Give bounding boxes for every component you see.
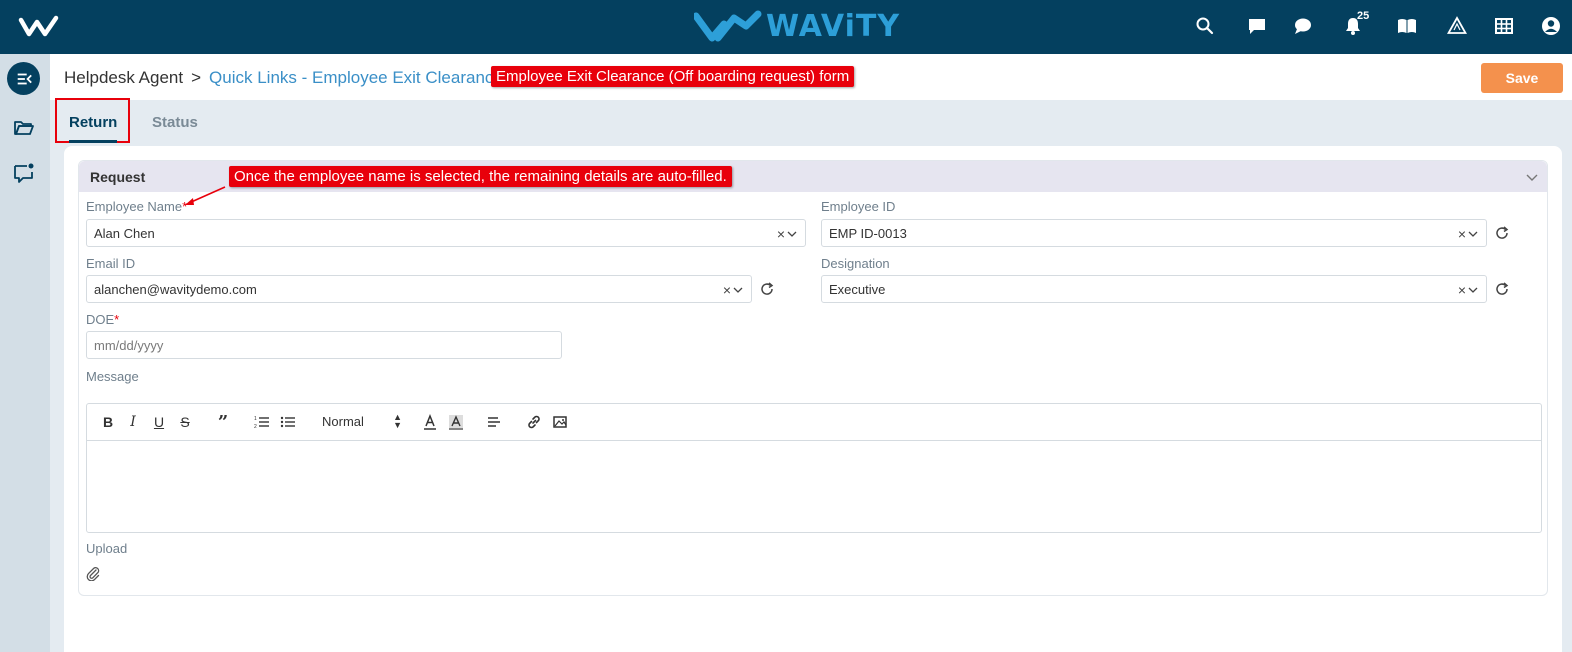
brand-logo: WAViTY bbox=[694, 6, 900, 46]
left-sidebar bbox=[0, 54, 50, 652]
panel-title: Request bbox=[90, 169, 146, 185]
email-id-select[interactable]: alanchen@wavitydemo.com × bbox=[86, 275, 752, 303]
required-marker: * bbox=[182, 199, 188, 214]
content-area: Request Once the employee name is select… bbox=[64, 146, 1562, 652]
chevron-down-icon[interactable] bbox=[733, 285, 743, 295]
email-id-value: alanchen@wavitydemo.com bbox=[94, 281, 257, 297]
search-icon[interactable] bbox=[1193, 14, 1217, 38]
font-size-value: Normal bbox=[322, 414, 364, 429]
designation-label: Designation bbox=[821, 256, 890, 271]
employee-id-label: Employee ID bbox=[821, 199, 896, 214]
editor-toolbar: B I U S ” 12 Normal ▲ ▼ bbox=[87, 404, 1541, 441]
clear-icon[interactable]: × bbox=[777, 226, 785, 242]
font-color-icon[interactable] bbox=[422, 414, 438, 430]
doe-date-input[interactable]: mm/dd/yyyy bbox=[86, 331, 562, 359]
breadcrumb-separator: > bbox=[191, 68, 202, 87]
blockquote-icon[interactable]: ” bbox=[215, 412, 231, 433]
breadcrumb: Helpdesk Agent > Quick Links - Employee … bbox=[64, 68, 503, 88]
ordered-list-icon[interactable]: 12 bbox=[254, 414, 270, 430]
employee-name-select[interactable]: Alan Chen × bbox=[86, 219, 806, 247]
tab-return-label: Return bbox=[69, 114, 118, 131]
underline-icon[interactable]: U bbox=[151, 414, 167, 430]
grid-icon[interactable] bbox=[1492, 14, 1516, 38]
bold-icon[interactable]: B bbox=[100, 414, 116, 430]
brand-mark-icon bbox=[694, 10, 762, 42]
form-title-annotation: Employee Exit Clearance (Off boarding re… bbox=[491, 66, 855, 87]
chevron-down-icon[interactable] bbox=[1525, 170, 1539, 184]
tab-bar: Return Status bbox=[50, 98, 1572, 146]
triangle-icon[interactable] bbox=[1445, 14, 1469, 38]
breadcrumb-current[interactable]: Quick Links - Employee Exit Clearance bbox=[209, 68, 503, 88]
strikethrough-icon[interactable]: S bbox=[177, 414, 193, 430]
doe-label: DOE* bbox=[86, 312, 120, 327]
svg-text:1: 1 bbox=[254, 416, 257, 422]
top-navigation-bar: WAViTY 25 bbox=[0, 0, 1572, 54]
autofill-annotation: Once the employee name is selected, the … bbox=[229, 166, 732, 187]
clear-icon[interactable]: × bbox=[723, 282, 731, 298]
collapse-menu-icon[interactable] bbox=[7, 62, 40, 95]
designation-select[interactable]: Executive × bbox=[821, 275, 1487, 303]
chevron-down-icon[interactable] bbox=[1468, 229, 1478, 239]
notification-count-badge: 25 bbox=[1357, 10, 1370, 22]
required-marker: * bbox=[114, 312, 120, 327]
designation-value: Executive bbox=[829, 281, 886, 297]
employee-name-label: Employee Name* bbox=[86, 199, 188, 214]
message-textarea[interactable] bbox=[87, 442, 1541, 532]
chevron-down-icon[interactable] bbox=[1468, 285, 1478, 295]
employee-name-value: Alan Chen bbox=[94, 225, 155, 241]
page-header: Helpdesk Agent > Quick Links - Employee … bbox=[50, 54, 1572, 100]
refresh-icon[interactable] bbox=[1494, 225, 1510, 241]
request-panel: Request Once the employee name is select… bbox=[78, 160, 1548, 596]
image-icon[interactable] bbox=[552, 414, 568, 430]
select-arrows-icon: ▲ ▼ bbox=[393, 412, 402, 430]
tab-return[interactable]: Return bbox=[69, 114, 118, 143]
brand-name: WAViTY bbox=[766, 8, 901, 44]
employee-id-value: EMP ID-0013 bbox=[829, 225, 907, 241]
svg-text:2: 2 bbox=[254, 424, 257, 430]
tab-status[interactable]: Status bbox=[152, 114, 198, 131]
paperclip-icon[interactable] bbox=[85, 565, 101, 581]
breadcrumb-root[interactable]: Helpdesk Agent bbox=[64, 68, 183, 88]
background-color-icon[interactable] bbox=[448, 414, 464, 430]
bullet-list-icon[interactable] bbox=[280, 414, 296, 430]
clear-icon[interactable]: × bbox=[1458, 226, 1466, 242]
feedback-icon[interactable] bbox=[12, 161, 36, 185]
active-tab-indicator bbox=[69, 140, 117, 143]
message-label: Message bbox=[86, 369, 139, 384]
italic-icon[interactable]: I bbox=[125, 414, 141, 430]
employee-id-select[interactable]: EMP ID-0013 × bbox=[821, 219, 1487, 247]
link-icon[interactable] bbox=[526, 414, 542, 430]
refresh-icon[interactable] bbox=[1494, 281, 1510, 297]
upload-label: Upload bbox=[86, 541, 128, 556]
save-button[interactable]: Save bbox=[1481, 63, 1563, 93]
request-panel-header[interactable]: Request Once the employee name is select… bbox=[79, 161, 1547, 192]
doe-placeholder: mm/dd/yyyy bbox=[94, 337, 164, 353]
user-icon[interactable] bbox=[1539, 14, 1563, 38]
bell-icon[interactable]: 25 bbox=[1341, 10, 1369, 38]
home-logo-icon[interactable] bbox=[18, 12, 60, 40]
chat-icon[interactable] bbox=[1245, 14, 1269, 38]
font-size-select[interactable]: Normal ▲ ▼ bbox=[322, 412, 402, 430]
refresh-icon[interactable] bbox=[759, 281, 775, 297]
tab-status-label: Status bbox=[152, 114, 198, 131]
message-editor: B I U S ” 12 Normal ▲ ▼ bbox=[86, 403, 1542, 533]
align-icon[interactable] bbox=[486, 414, 502, 430]
email-id-label: Email ID bbox=[86, 256, 136, 271]
folder-icon[interactable] bbox=[12, 116, 36, 140]
book-icon[interactable] bbox=[1395, 14, 1419, 38]
comment-icon[interactable] bbox=[1291, 14, 1315, 38]
chevron-down-icon[interactable] bbox=[787, 229, 797, 239]
clear-icon[interactable]: × bbox=[1458, 282, 1466, 298]
